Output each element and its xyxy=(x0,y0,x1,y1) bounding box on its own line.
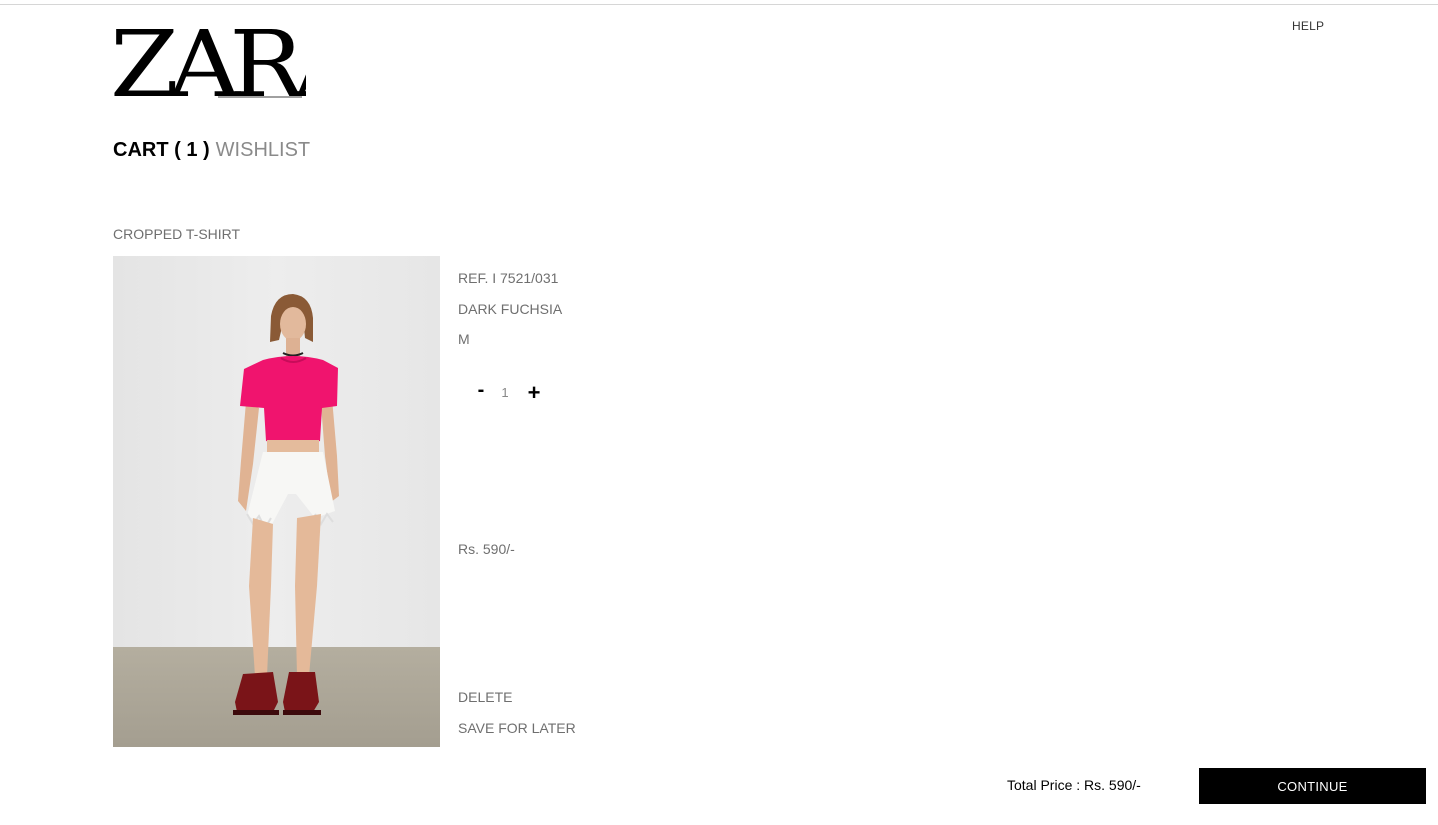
product-color: DARK FUCHSIA xyxy=(458,301,563,317)
tab-wishlist[interactable]: WISHLIST xyxy=(216,139,310,161)
top-divider xyxy=(0,4,1438,5)
save-for-later-button[interactable]: SAVE FOR LATER xyxy=(458,720,576,736)
delete-button[interactable]: DELETE xyxy=(458,689,512,705)
increase-quantity-button[interactable]: + xyxy=(524,380,544,406)
tab-cart[interactable]: CART ( 1 ) xyxy=(113,139,210,161)
help-link[interactable]: HELP xyxy=(1292,19,1324,33)
zara-logo[interactable]: ZARA xyxy=(110,10,378,118)
total-price: Total Price : Rs. 590/- xyxy=(1007,777,1141,793)
product-size: M xyxy=(458,331,470,347)
continue-button[interactable]: CONTINUE xyxy=(1199,768,1426,804)
product-price: Rs. 590/- xyxy=(458,541,515,557)
decrease-quantity-button[interactable]: - xyxy=(473,379,489,402)
product-name: CROPPED T-SHIRT xyxy=(113,226,241,242)
svg-text:ZARA: ZARA xyxy=(110,16,306,102)
quantity-value: 1 xyxy=(501,385,509,400)
cart-tabs: CART ( 1 ) WISHLIST xyxy=(113,139,310,162)
product-ref: REF. I 7521/031 xyxy=(458,270,559,286)
product-image[interactable] xyxy=(113,256,440,747)
